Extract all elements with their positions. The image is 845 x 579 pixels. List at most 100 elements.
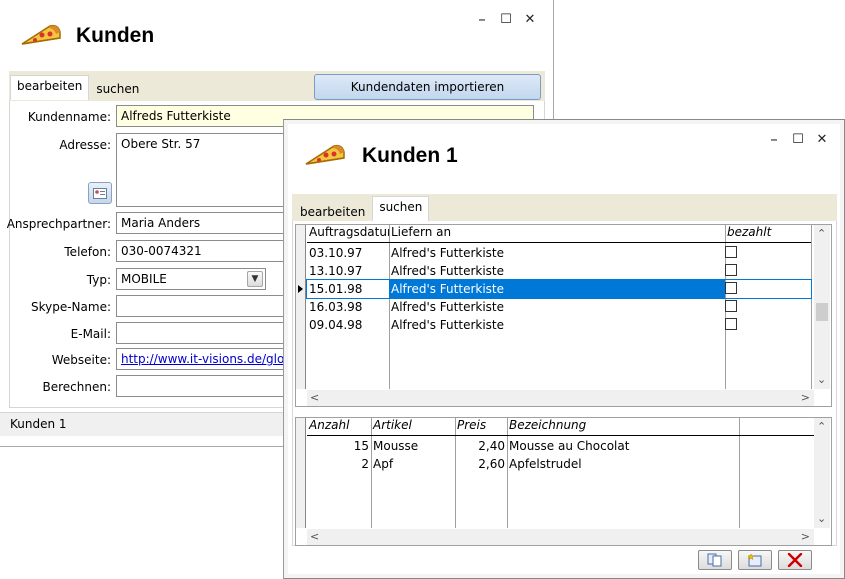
orders-grid-header: Auftragsdatum Liefern an bezahlt	[307, 225, 811, 243]
contact-card-button[interactable]	[88, 182, 112, 204]
typ-select[interactable]: MOBILE ▼	[116, 268, 266, 290]
scroll-left-icon[interactable]: <	[310, 391, 319, 404]
copy-icon	[707, 553, 722, 567]
label-ansprechpartner: Ansprechpartner:	[6, 217, 111, 231]
new-record-button[interactable]	[738, 550, 772, 570]
copy-button[interactable]	[698, 550, 732, 570]
order-ship-to: Alfred's Futterkiste	[391, 318, 505, 332]
window-controls: – ☐ ✕	[470, 10, 542, 28]
scroll-right-icon[interactable]: >	[801, 530, 810, 543]
webseite-field[interactable]: http://www.it-visions.de/glossar	[116, 348, 286, 370]
label-adresse: Adresse:	[59, 138, 111, 152]
order-ship-to: Alfred's Futterkiste	[391, 300, 505, 314]
scroll-up-icon[interactable]: ⌃	[817, 420, 826, 433]
close-icon[interactable]: ✕	[518, 10, 542, 28]
ansprechpartner-field[interactable]: Maria Anders	[116, 212, 286, 234]
order-row[interactable]: 15.01.98 Alfred's Futterkiste	[306, 279, 812, 299]
pizza-icon	[305, 144, 345, 165]
item-qty: 15	[353, 439, 369, 453]
orders-grid[interactable]: Auftragsdatum Liefern an bezahlt 03.10.9…	[295, 224, 832, 407]
tab-suchen[interactable]: suchen	[89, 78, 147, 100]
row-selector-column	[296, 225, 306, 389]
order-ship-to: Alfred's Futterkiste	[391, 264, 505, 278]
tab-bar-2: bearbeiten suchen	[293, 196, 430, 221]
order-date: 09.04.98	[309, 318, 363, 332]
new-record-icon	[747, 553, 762, 567]
scroll-up-icon[interactable]: ⌃	[817, 227, 826, 240]
item-price: 2,60	[478, 457, 505, 471]
orders-vscrollbar[interactable]: ⌃ ⌄	[814, 225, 830, 389]
label-email: E-Mail:	[70, 327, 111, 341]
item-desc: Apfelstrudel	[509, 457, 582, 471]
scroll-left-icon[interactable]: <	[310, 530, 319, 543]
contact-card-icon	[93, 187, 107, 199]
current-row-marker-icon	[298, 285, 303, 293]
email-field[interactable]	[116, 322, 286, 344]
scroll-down-icon[interactable]: ⌄	[817, 512, 826, 525]
webseite-link[interactable]: http://www.it-visions.de/glossar	[121, 352, 285, 366]
order-date: 13.10.97	[309, 264, 363, 278]
telefon-field[interactable]: 030-0074321	[116, 240, 286, 262]
label-webseite: Webseite:	[51, 353, 111, 367]
order-paid-cell	[725, 299, 811, 315]
order-paid-cell	[725, 245, 811, 261]
window-controls-2: – ☐ ✕	[762, 130, 834, 148]
import-customers-button[interactable]: Kundendaten importieren	[314, 74, 541, 100]
label-skype: Skype-Name:	[30, 300, 111, 314]
paid-checkbox[interactable]	[725, 281, 737, 294]
col-bezahlt[interactable]: bezahlt	[725, 225, 811, 242]
orders-hscrollbar[interactable]: < >	[307, 390, 814, 406]
chevron-down-icon[interactable]: ▼	[247, 271, 263, 287]
order-paid-cell	[725, 317, 811, 333]
order-paid-cell	[725, 263, 811, 279]
order-date: 15.01.98	[309, 282, 363, 296]
window-title: Kunden	[76, 24, 155, 47]
items-grid-header: Anzahl Artikel Preis Bezeichnung	[307, 418, 814, 436]
col-preis[interactable]: Preis	[455, 418, 507, 435]
col-anzahl[interactable]: Anzahl	[307, 418, 371, 435]
window-header-2: Kunden 1	[302, 142, 458, 170]
item-row[interactable]: 2 Apf 2,60 Apfelstrudel	[307, 455, 814, 473]
col-bezeichnung[interactable]: Bezeichnung	[507, 418, 739, 435]
items-grid[interactable]: Anzahl Artikel Preis Bezeichnung 15 Mouss…	[295, 417, 832, 546]
window-title-2: Kunden 1	[362, 144, 458, 167]
order-date: 16.03.98	[309, 300, 363, 314]
berechnen-field[interactable]	[116, 375, 286, 397]
order-row[interactable]: 13.10.97 Alfred's Futterkiste	[307, 262, 811, 280]
paid-checkbox[interactable]	[725, 299, 737, 312]
adresse-field[interactable]: Obere Str. 57	[116, 133, 286, 207]
minimize-icon[interactable]: –	[762, 130, 786, 148]
maximize-icon[interactable]: ☐	[786, 130, 810, 148]
items-hscrollbar[interactable]: < >	[307, 529, 814, 545]
minimize-icon[interactable]: –	[470, 10, 494, 28]
maximize-icon[interactable]: ☐	[494, 10, 518, 28]
item-article: Apf	[373, 457, 394, 471]
tab-bearbeiten[interactable]: bearbeiten	[293, 199, 373, 221]
tab-suchen[interactable]: suchen	[372, 196, 430, 221]
paid-checkbox[interactable]	[725, 317, 737, 330]
items-vscrollbar[interactable]: ⌃ ⌄	[814, 418, 830, 528]
delete-button[interactable]	[778, 550, 812, 570]
item-qty: 2	[361, 457, 369, 471]
col-auftragsdatum[interactable]: Auftragsdatum	[307, 225, 389, 242]
pizza-icon	[21, 24, 61, 45]
scroll-right-icon[interactable]: >	[801, 391, 810, 404]
close-icon[interactable]: ✕	[810, 130, 834, 148]
item-price: 2,40	[478, 439, 505, 453]
order-row[interactable]: 03.10.97 Alfred's Futterkiste	[307, 244, 811, 262]
order-row[interactable]: 09.04.98 Alfred's Futterkiste	[307, 316, 811, 334]
tab-bearbeiten[interactable]: bearbeiten	[10, 75, 90, 100]
paid-checkbox[interactable]	[725, 245, 737, 258]
col-artikel[interactable]: Artikel	[371, 418, 455, 435]
label-berechnen: Berechnen:	[42, 380, 111, 394]
item-row[interactable]: 15 Mousse 2,40 Mousse au Chocolat	[307, 437, 814, 455]
window-header: Kunden	[20, 22, 154, 50]
skype-field[interactable]	[116, 295, 286, 317]
scroll-thumb[interactable]	[816, 303, 828, 321]
label-telefon: Telefon:	[64, 245, 111, 259]
order-row[interactable]: 16.03.98 Alfred's Futterkiste	[307, 298, 811, 316]
scroll-down-icon[interactable]: ⌄	[817, 373, 826, 386]
col-liefern-an[interactable]: Liefern an	[389, 225, 725, 242]
paid-checkbox[interactable]	[725, 263, 737, 276]
label-kundenname: Kundenname:	[27, 110, 111, 124]
